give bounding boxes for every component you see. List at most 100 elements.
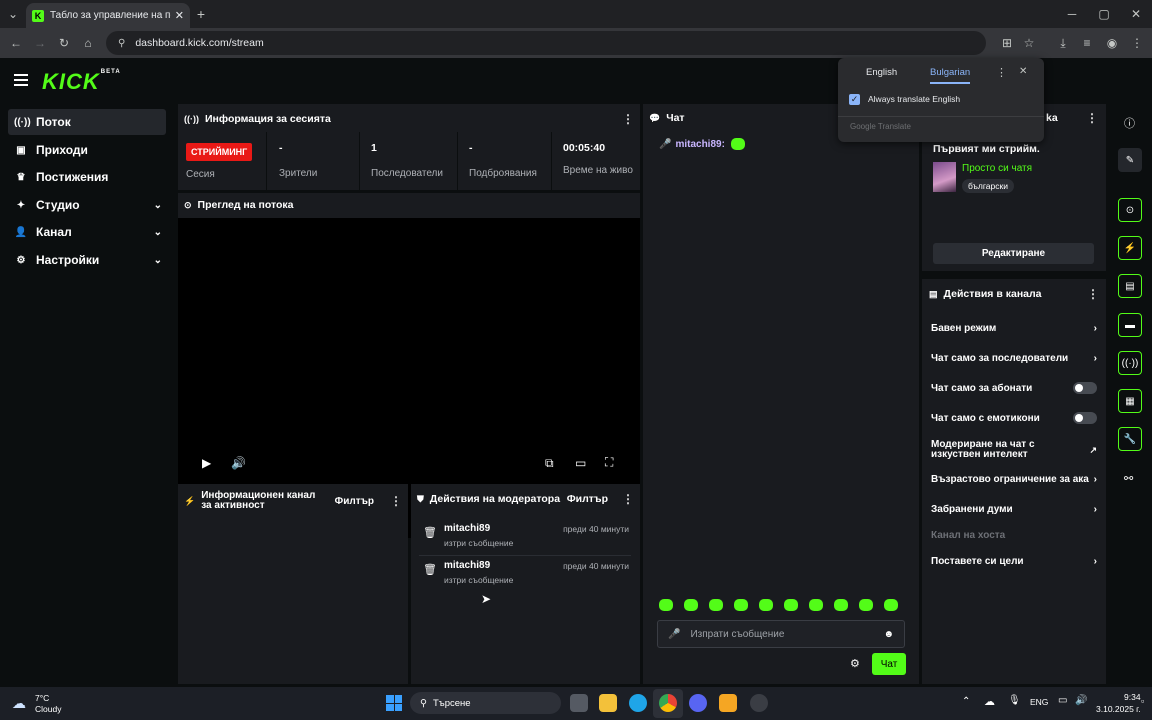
sidebar-item-stream[interactable]: ((·)) Поток — [8, 109, 166, 135]
emote-icon[interactable] — [859, 599, 873, 611]
always-translate-checkbox[interactable]: ✓ — [849, 94, 860, 105]
emote-icon[interactable] — [734, 599, 748, 611]
chat-settings-icon[interactable]: ⚙ — [850, 657, 860, 670]
volume-icon[interactable]: 🔊 — [231, 456, 246, 470]
notes-widget-icon[interactable]: ▤ — [1118, 274, 1142, 298]
edge-icon[interactable] — [629, 694, 647, 712]
notification-icon[interactable]: ▫ — [1141, 696, 1144, 706]
home-icon[interactable]: ⌂ — [80, 35, 96, 51]
chat-username[interactable]: mitachi89: — [675, 139, 724, 150]
subscribers-only-toggle[interactable] — [1073, 382, 1097, 394]
clock-time[interactable]: 9:34 — [1124, 692, 1141, 702]
mod-user[interactable]: mitachi89 — [444, 523, 490, 534]
more-options-icon[interactable]: ⋮ — [1087, 287, 1099, 301]
mod-filter-button[interactable]: Филтър — [567, 493, 608, 505]
url-field[interactable]: ⚲ dashboard.kick.com/stream — [106, 31, 986, 55]
forward-icon[interactable]: → — [32, 35, 48, 51]
onedrive-icon[interactable]: ☁ — [984, 695, 995, 708]
fullscreen-icon[interactable]: ⛶ — [605, 455, 613, 470]
info-icon[interactable]: ⓘ — [1124, 115, 1135, 131]
tab-search-icon[interactable]: ⌄ — [6, 6, 20, 22]
emote-icon[interactable] — [709, 599, 723, 611]
more-options-icon[interactable]: ⋮ — [390, 494, 402, 508]
more-options-icon[interactable]: ⋮ — [622, 492, 634, 506]
clock-date[interactable]: 3.10.2025 г. — [1096, 704, 1141, 714]
emotes-only-toggle[interactable] — [1073, 412, 1097, 424]
chat-widget-icon[interactable]: ▬ — [1118, 313, 1142, 337]
sidebar-item-studio[interactable]: ✦ Студио ⌄ — [8, 192, 166, 218]
sidebar-item-revenue[interactable]: ▣ Приходи — [8, 137, 166, 163]
set-goals-row[interactable]: Поставете си цели › — [922, 550, 1106, 572]
lightning-widget-icon[interactable]: ⚡ — [1118, 236, 1142, 260]
age-restriction-row[interactable]: Възрастово ограничение за ака › — [922, 468, 1106, 490]
send-chat-button[interactable]: Чат — [872, 653, 906, 675]
banned-words-row[interactable]: Забранени думи › — [922, 498, 1106, 520]
task-view-icon[interactable] — [570, 694, 588, 712]
emote-icon[interactable] — [684, 599, 698, 611]
tools-widget-icon[interactable]: 🔧 — [1118, 427, 1142, 451]
reading-list-icon[interactable]: ≡ — [1080, 35, 1094, 51]
slow-mode-row[interactable]: Бавен режим › — [922, 317, 1106, 339]
weather-temp[interactable]: 7°C — [35, 693, 49, 703]
translate-target-tab[interactable]: Bulgarian — [930, 67, 971, 84]
category-link[interactable]: Просто си чатя — [962, 163, 1032, 174]
tab-close-icon[interactable]: ✕ — [175, 9, 184, 22]
profile-icon[interactable]: ◉ — [1104, 35, 1120, 51]
translate-options-icon[interactable]: ⋮ — [996, 66, 1007, 79]
reload-icon[interactable]: ↻ — [56, 35, 72, 51]
window-close-button[interactable]: ✕ — [1128, 6, 1144, 22]
activity-filter-button[interactable]: Филтър — [335, 496, 374, 507]
new-tab-button[interactable]: + — [194, 6, 208, 22]
minimize-button[interactable]: ─ — [1064, 6, 1080, 22]
chat-input[interactable]: 🎤 Изпрати съобщение ☻ — [657, 620, 905, 648]
sidebar-item-settings[interactable]: ⚙ Настройки ⌄ — [8, 247, 166, 273]
followers-only-row[interactable]: Чат само за последователи › — [922, 347, 1106, 369]
volume-icon[interactable]: 🔊 — [1075, 695, 1087, 706]
more-options-icon[interactable]: ⋮ — [622, 112, 634, 126]
app-icon[interactable] — [719, 694, 737, 712]
file-explorer-icon[interactable] — [599, 694, 617, 712]
channel-widget-icon[interactable]: ▦ — [1118, 389, 1142, 413]
mod-user[interactable]: mitachi89 — [444, 560, 490, 571]
obs-icon[interactable] — [750, 694, 768, 712]
windows-start-icon[interactable] — [386, 695, 402, 711]
browser-tab[interactable]: K Табло за управление на поток ✕ — [26, 3, 190, 28]
browser-menu-icon[interactable]: ⋮ — [1130, 35, 1144, 51]
taskbar-search[interactable]: ⚲ Търсене — [410, 692, 561, 714]
broadcast-widget-icon[interactable]: ((·)) — [1118, 351, 1142, 375]
site-info-icon[interactable]: ⚲ — [118, 38, 125, 49]
network-icon[interactable]: ▭ — [1058, 695, 1067, 706]
translate-close-icon[interactable]: ✕ — [1019, 66, 1027, 77]
sidebar-item-channel[interactable]: 👤 Канал ⌄ — [8, 219, 166, 245]
maximize-button[interactable]: ▢ — [1096, 6, 1112, 22]
theater-mode-icon[interactable]: ▭ — [575, 456, 586, 470]
play-icon[interactable]: ▶ — [202, 456, 211, 470]
weather-desc[interactable]: Cloudy — [35, 704, 61, 714]
preview-widget-icon[interactable]: ⊙ — [1118, 198, 1142, 222]
bookmark-star-icon[interactable]: ☆ — [1022, 35, 1036, 51]
kick-logo[interactable]: KICKBETA — [42, 69, 121, 95]
menu-hamburger-icon[interactable] — [14, 74, 28, 86]
input-language[interactable]: ENG — [1030, 697, 1048, 707]
tray-chevron-icon[interactable]: ⌃ — [962, 696, 970, 707]
emoji-picker-icon[interactable]: ☻ — [883, 629, 894, 640]
more-options-icon[interactable]: ⋮ — [1086, 111, 1098, 125]
translate-icon[interactable]: ⊞ — [1000, 35, 1014, 51]
edit-stream-button[interactable]: Редактиране — [933, 243, 1094, 264]
share-icon[interactable]: ⚯ — [1124, 472, 1133, 485]
emote-icon[interactable] — [834, 599, 848, 611]
translate-source-tab[interactable]: English — [866, 67, 897, 78]
emote-icon[interactable] — [659, 599, 673, 611]
emote-icon[interactable] — [784, 599, 798, 611]
back-icon[interactable]: ← — [8, 35, 24, 51]
emote-icon[interactable] — [759, 599, 773, 611]
discord-icon[interactable] — [689, 694, 707, 712]
emote-icon[interactable] — [809, 599, 823, 611]
ai-moderation-row[interactable]: Модериране на чат с изкуствен интелект ↗ — [922, 435, 1106, 465]
picture-in-picture-icon[interactable]: ⧉ — [545, 456, 554, 471]
chrome-icon[interactable] — [659, 694, 677, 712]
edit-layout-icon[interactable]: ✎ — [1118, 148, 1142, 172]
microphone-icon[interactable]: 🎙 — [1008, 695, 1021, 706]
emote-icon[interactable] — [884, 599, 898, 611]
sidebar-item-achievements[interactable]: ♛ Постижения — [8, 164, 166, 190]
